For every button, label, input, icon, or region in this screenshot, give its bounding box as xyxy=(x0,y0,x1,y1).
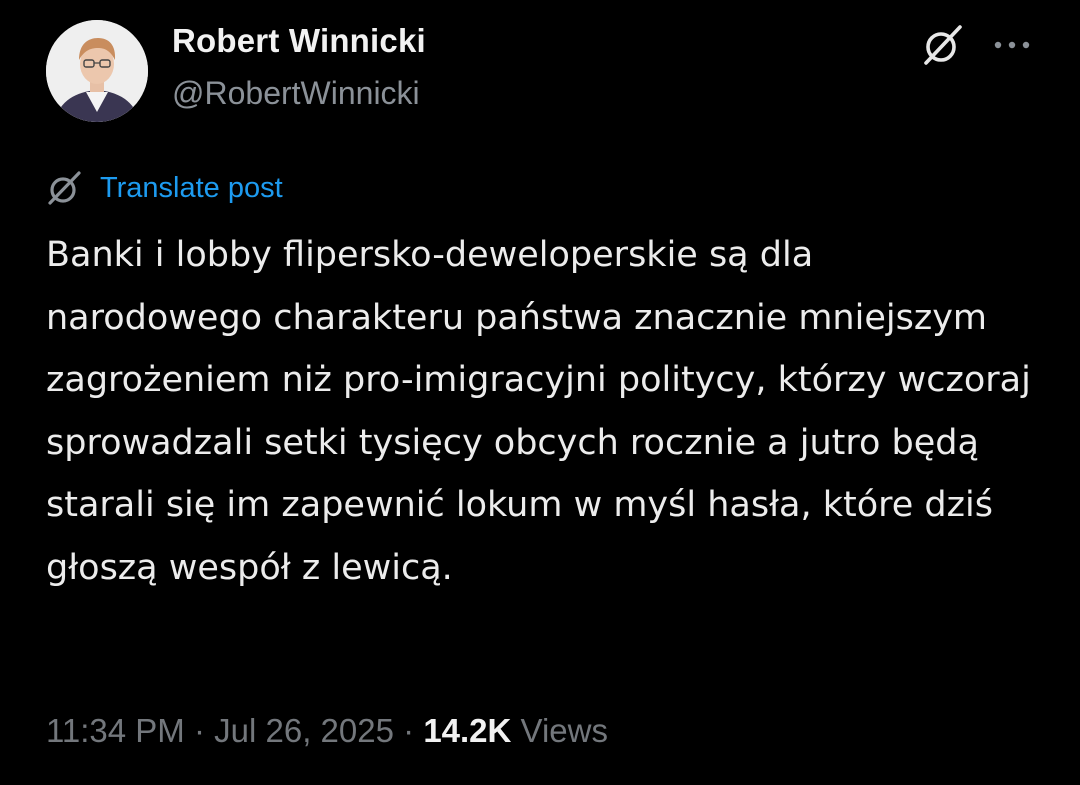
translate-post-link[interactable]: Translate post xyxy=(46,166,283,210)
translate-post-label[interactable]: Translate post xyxy=(100,168,283,208)
meta-separator: · xyxy=(403,712,415,749)
post-meta: 11:34 PM · Jul 26, 2025 · 14.2K Views xyxy=(46,708,608,754)
author-display-name[interactable]: Robert Winnicki xyxy=(172,18,426,64)
post-text: Banki i lobby flipersko-deweloperskie są… xyxy=(46,235,1031,588)
avatar-photo-icon xyxy=(46,20,148,122)
author-handle[interactable]: @RobertWinnicki xyxy=(172,70,426,116)
more-options-icon[interactable] xyxy=(992,38,1032,52)
post-header: Robert Winnicki @RobertWinnicki xyxy=(46,18,1046,122)
grok-icon[interactable] xyxy=(920,22,966,68)
author-names: Robert Winnicki @RobertWinnicki xyxy=(172,18,426,116)
meta-separator: · xyxy=(193,712,205,749)
translate-icon xyxy=(46,169,84,207)
post-date[interactable]: Jul 26, 2025 xyxy=(214,712,394,749)
views-count[interactable]: 14.2K xyxy=(423,712,511,749)
author-avatar[interactable] xyxy=(46,20,148,122)
views-label: Views xyxy=(520,712,608,749)
post-time[interactable]: 11:34 PM xyxy=(46,712,185,749)
